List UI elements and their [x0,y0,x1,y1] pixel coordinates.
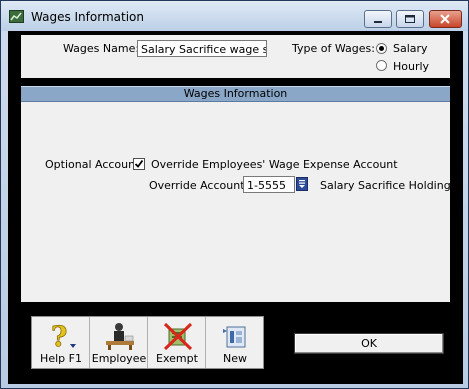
new-icon [223,326,246,348]
wages-information-window: Wages Information Wages Name: Salary Sac… [0,0,469,389]
override-account-name: Salary Sacrifice Holding [320,179,451,192]
wages-information-panel: Optional Account: Override Employees' Wa… [21,102,451,302]
hourly-radio[interactable] [376,60,387,71]
override-account-label: Override Account: [149,179,249,192]
wages-header-panel: Wages Name: Salary Sacrifice wage split … [21,35,450,78]
checkmark-icon [134,159,144,168]
section-title: Wages Information [21,86,450,102]
salary-radio-label[interactable]: Salary [393,42,428,55]
override-account-input[interactable]: 1-5555 [243,176,295,193]
new-button[interactable]: New [206,317,264,368]
optional-account-label: Optional Account: [45,158,144,171]
title-bar[interactable]: Wages Information [1,1,468,31]
exempt-button[interactable]: Exempt [148,317,206,368]
minimize-button[interactable] [364,10,392,28]
type-of-wages-label: Type of Wages: [292,42,375,55]
minimize-icon [374,21,382,23]
salary-radio[interactable] [376,43,387,54]
help-label: Help F1 [40,352,82,365]
override-account-checkbox[interactable] [133,158,145,170]
app-icon [9,10,24,23]
close-icon [440,14,450,24]
maximize-icon [405,15,415,23]
svg-text:?: ? [51,321,67,351]
exempt-icon [163,322,193,351]
hourly-radio-label[interactable]: Hourly [393,60,429,73]
help-icon: ? [51,321,76,351]
help-button[interactable]: ? Help F1 [32,317,90,368]
window-title: Wages Information [31,10,144,24]
employee-button[interactable]: Employee [90,317,148,368]
maximize-button[interactable] [396,10,424,28]
new-label: New [223,352,247,365]
account-lookup-button[interactable] [296,177,308,191]
ok-button[interactable]: OK [294,333,444,354]
wages-name-label: Wages Name: [63,42,140,55]
exempt-label: Exempt [156,352,198,365]
toolbar: ? Help F1 Employee Exempt New [31,316,264,369]
close-button[interactable] [429,10,462,28]
employee-label: Employee [91,352,147,365]
wages-name-input[interactable]: Salary Sacrifice wage split [137,40,267,57]
override-checkbox-label[interactable]: Override Employees' Wage Expense Account [151,158,398,171]
employee-icon [106,323,134,350]
list-lookup-icon [299,180,305,188]
